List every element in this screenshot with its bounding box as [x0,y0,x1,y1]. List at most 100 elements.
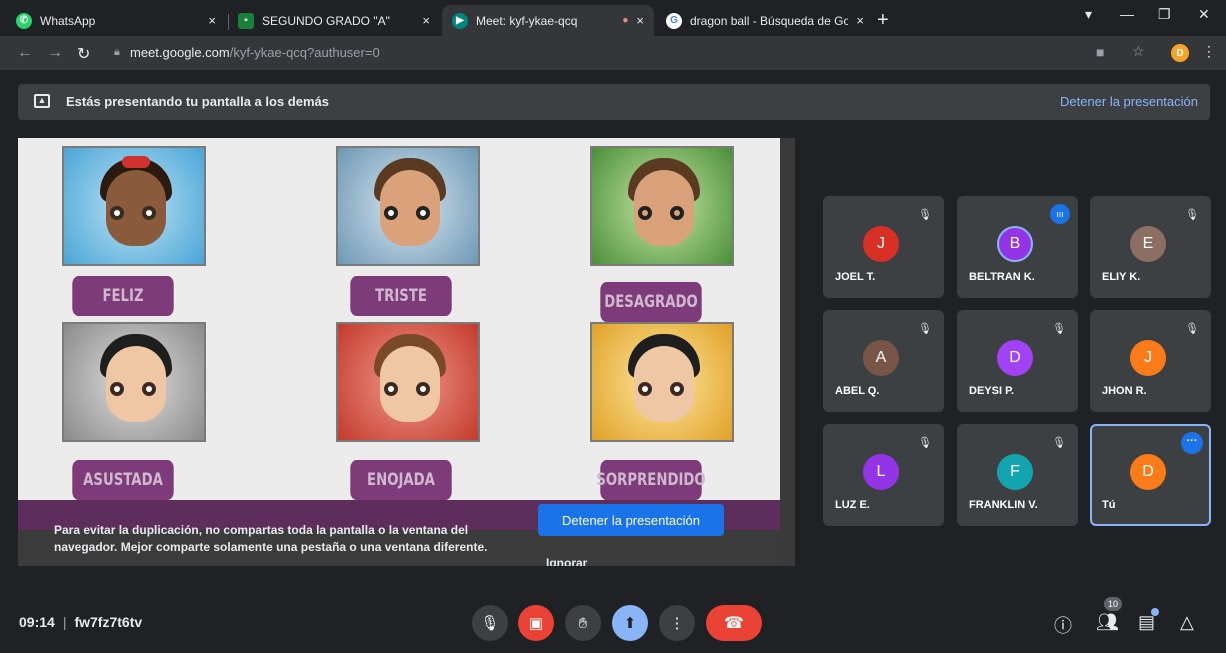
mic-off-icon: 🎙︎ [918,209,932,221]
mic-off-icon: 🎙︎ [918,437,932,449]
forward-icon[interactable]: → [47,44,63,62]
url-field[interactable]: meet.google.com/kyf-ykae-qcq?authuser=0 [130,45,380,60]
menu-dots-icon[interactable]: ⋮ [1202,43,1216,60]
eye [384,382,398,396]
close-tab-icon[interactable]: × [422,13,430,28]
tab-google-search[interactable]: G dragon ball - Búsqueda de Goog × [656,5,874,36]
divider: | [62,614,67,630]
participant-name: FRANKLIN V. [969,499,1038,511]
meet-icon: ▶ [452,12,468,29]
tab-strip: ✆ WhatsApp × ▪ SEGUNDO GRADO "A" × ▶ Mee… [0,0,1226,36]
emotion-label: SORPRENDIDO [596,460,706,500]
emotion-label: ASUSTADA [72,460,174,500]
participant-name: DEYSI P. [969,385,1015,397]
present-button[interactable]: ⬆ [612,605,648,641]
more-options-icon[interactable]: ··· [1181,432,1203,454]
tab-search-icon[interactable]: ▾ [1085,6,1092,23]
ignore-button[interactable]: Ignorar [546,556,587,566]
emotion-label: TRISTE [350,276,452,316]
eye [110,206,124,220]
info-icon[interactable]: ⓘ [1054,612,1072,638]
duplication-warning-text: Para evitar la duplicación, no compartas… [54,523,488,554]
eye [384,206,398,220]
participant-tile[interactable]: 🎙︎ D DEYSI P. [957,310,1078,412]
participant-tile[interactable]: 🎙︎ A ABEL Q. [823,310,944,412]
self-tile[interactable]: ··· D Tú [1090,424,1211,526]
tab-title: SEGUNDO GRADO "A" [262,13,390,28]
avatar: L [863,454,899,490]
scared-girl-picture [62,322,206,442]
stop-presenting-link[interactable]: Detener la presentación [1060,94,1198,109]
camera-toggle-button[interactable]: ▣ [518,605,554,641]
url-host: meet.google.com [130,45,230,60]
close-tab-icon[interactable]: × [208,13,216,28]
more-vert-icon: ⋮ [669,615,685,632]
eye [142,382,156,396]
angry-girl-picture [336,322,480,442]
participant-tile[interactable]: 🎙︎ J JOEL T. [823,196,944,298]
eye [670,382,684,396]
tab-title: dragon ball - Búsqueda de Goog [690,13,849,28]
happy-girl-picture [62,146,206,266]
presenting-message: Estás presentando tu pantalla a los demá… [66,94,329,109]
camera-icon[interactable]: ■ [1096,44,1104,60]
lock-icon: 🔒︎ [114,46,120,58]
tab-title: WhatsApp [40,13,96,28]
participant-name: ABEL Q. [835,385,880,397]
mic-off-icon: 🎙︎ [1052,323,1066,335]
speaking-indicator-icon: ııı [1050,204,1070,224]
emotions-slide: FELIZ TRISTE DESAGRADO ASUSTADA ENOJADA … [18,138,780,500]
participant-name: Tú [1102,499,1116,511]
participant-tile[interactable]: 🎙︎ F FRANKLIN V. [957,424,1078,526]
participant-tile[interactable]: 🎙︎ J JHON R. [1090,310,1211,412]
tab-whatsapp[interactable]: ✆ WhatsApp × [6,5,226,36]
raise-hand-button[interactable]: ✋︎ [565,605,601,641]
eye [416,382,430,396]
back-icon[interactable]: ← [17,44,33,62]
more-options-button[interactable]: ⋮ [659,605,695,641]
present-screen-icon: ⬆ [623,615,637,632]
sad-boy-picture [336,146,480,266]
participant-tile[interactable]: 🎙︎ L LUZ E. [823,424,944,526]
new-tab-button[interactable]: + [877,9,889,32]
avatar: A [863,340,899,376]
microphone-button[interactable]: 🎙︎ [472,605,508,641]
classroom-icon: ▪ [238,12,254,29]
recording-dot-icon: ● [622,15,629,26]
profile-avatar[interactable]: D [1171,44,1189,62]
url-path: /kyf-ykae-qcq?authuser=0 [229,45,380,60]
tab-meet[interactable]: ▶ Meet: kyf-ykae-qcq ● × [442,5,654,36]
unread-dot [1151,608,1159,616]
bookmark-star-icon[interactable]: ☆ [1132,43,1145,60]
mic-off-icon: 🎙︎ [1185,323,1199,335]
present-screen-icon: ▲ [34,94,50,108]
eye [638,206,652,220]
close-window-icon[interactable]: ✕ [1198,6,1210,23]
reload-icon[interactable]: ↻ [77,44,90,64]
participant-tile[interactable]: 🎙︎ E ELIY K. [1090,196,1211,298]
surprised-boy-picture [590,322,734,442]
mic-off-icon: 🎙︎ [918,323,932,335]
participant-name: ELIY K. [1102,271,1141,283]
mic-off-icon: 🎙︎ [1185,209,1199,221]
activities-icon[interactable]: △ [1180,612,1194,633]
close-tab-icon[interactable]: × [636,13,644,28]
minimize-icon[interactable]: — [1120,6,1134,22]
google-icon: G [666,12,682,29]
microphone-icon: 🎙︎ [480,615,500,632]
stop-presenting-button[interactable]: Detener la presentación [538,504,724,536]
meeting-code: fw7fz7t6tv [74,614,143,630]
eye [638,382,652,396]
people-count-badge: 10 [1104,597,1122,611]
tab-classroom[interactable]: ▪ SEGUNDO GRADO "A" × [228,5,440,36]
participant-name: LUZ E. [835,499,870,511]
avatar: J [1130,340,1166,376]
people-icon[interactable]: 👥︎ [1096,612,1119,633]
avatar: J [863,226,899,262]
close-tab-icon[interactable]: × [856,13,864,28]
leave-call-button[interactable]: ☎︎ [706,605,762,641]
presenting-banner: ▲ Estás presentando tu pantalla a los de… [18,84,1210,120]
restore-icon[interactable]: ❐ [1158,6,1171,23]
participant-tile[interactable]: ııı B BELTRAN K. [957,196,1078,298]
meeting-time: 09:14 [19,614,55,630]
